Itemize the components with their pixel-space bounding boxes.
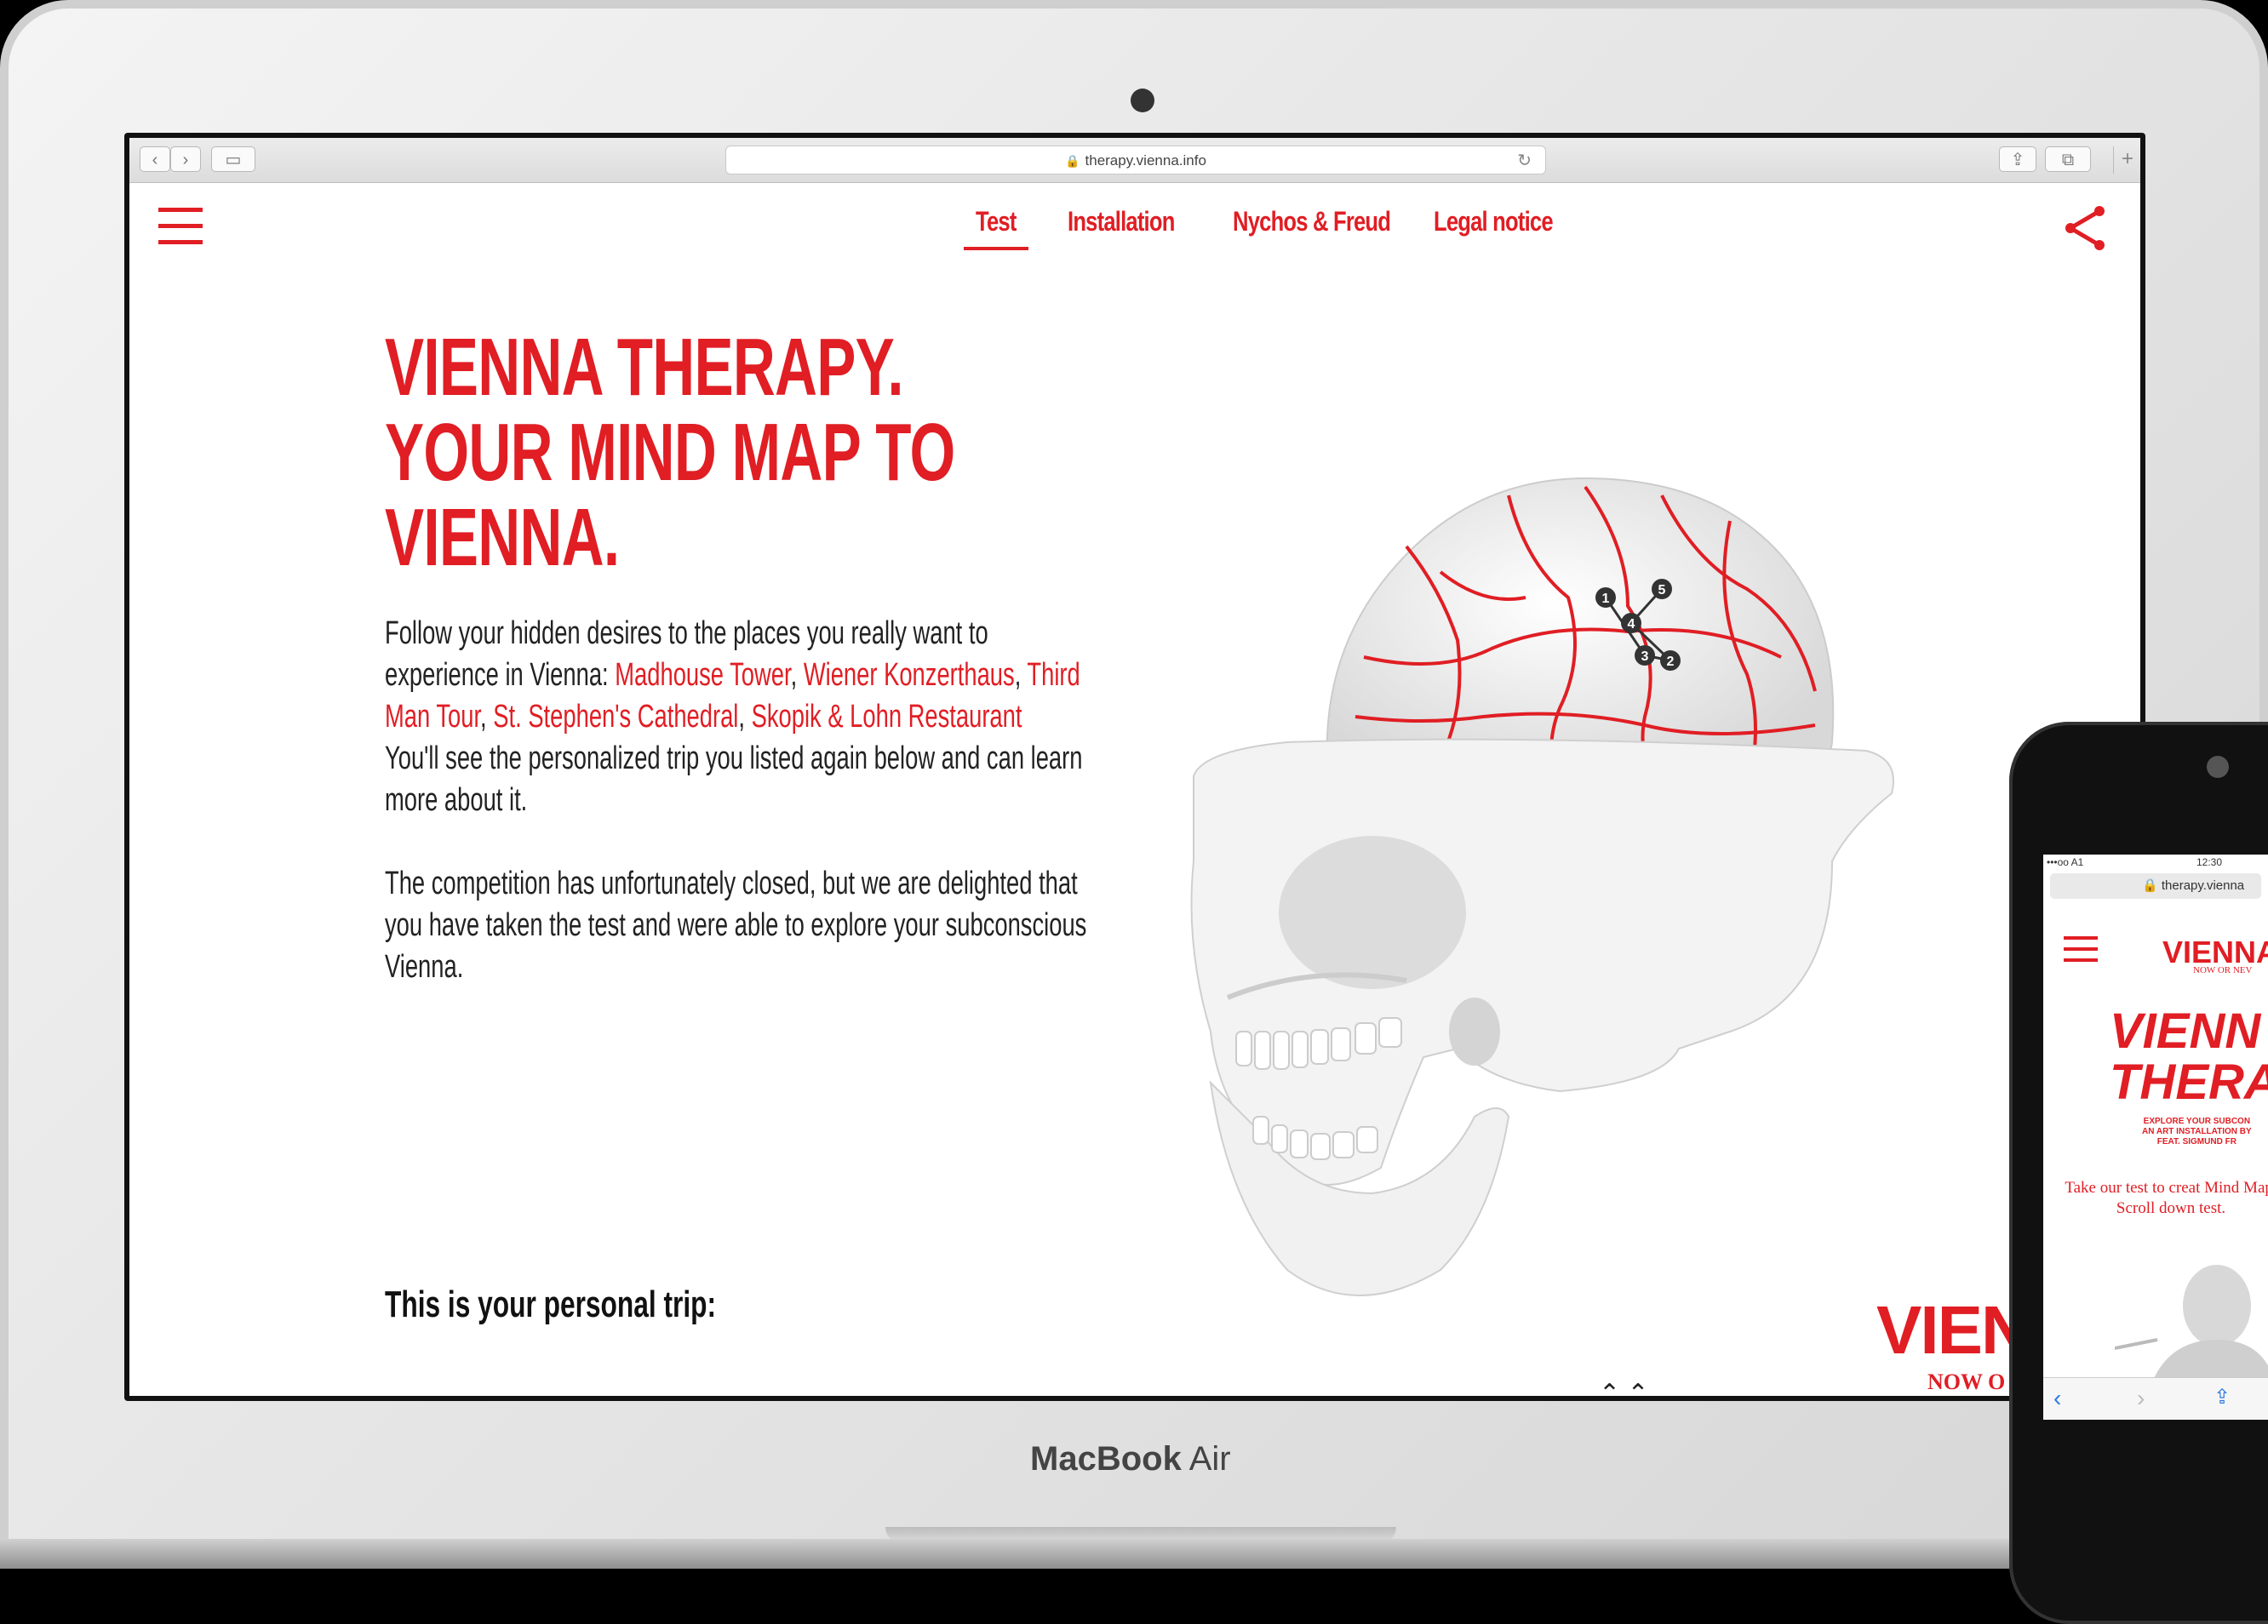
reload-icon[interactable]: ↻ [1517, 146, 1532, 175]
phone-camera [2207, 756, 2229, 778]
intro-copy: Follow your hidden desires to the places… [385, 613, 1096, 1030]
phone-share-icon[interactable]: ⇪ [2214, 1385, 2231, 1410]
device-label: MacBook Air [1030, 1440, 1231, 1478]
phone-status-bar: •••oo A1 12:30 [2047, 856, 2223, 868]
brain-marker: 4 [1628, 617, 1635, 632]
address-bar[interactable]: 🔒 therapy.vienna.info ↻ [725, 146, 1546, 174]
lock-icon: 🔒 [1065, 154, 1080, 168]
phone-description: Take our test to creat Mind Map. Scroll … [2065, 1179, 2268, 1217]
phone-subtitle: EXPLORE YOUR SUBCON AN ART INSTALLATION … [2142, 1117, 2252, 1147]
page-title: VIENNA THERAPY. YOUR MIND MAP TO VIENNA. [385, 322, 955, 583]
nav-active-indicator [964, 247, 1028, 250]
phone-browser-bar: ‹ › ⇪ [2043, 1377, 2268, 1420]
trip-heading: This is your personal trip: [385, 1284, 717, 1325]
menu-icon[interactable] [158, 208, 203, 249]
phone-frame: •••oo A1 12:30 🔒 therapy.vienna VIENNA N… [2009, 722, 2268, 1624]
nav-test[interactable]: Test [976, 206, 1017, 237]
phone-title: VIENN THERA [2110, 1004, 2268, 1110]
new-tab-button[interactable]: + [2113, 146, 2140, 174]
brain-marker: 3 [1641, 649, 1649, 664]
browser-toolbar: ‹ › ▭ 🔒 therapy.vienna.info ↻ ⇪ ⧉ + [129, 138, 2140, 183]
brain-marker: 1 [1602, 592, 1610, 606]
place-link[interactable]: St. Stephen's Cathedral [493, 699, 738, 735]
phone-screen: •••oo A1 12:30 🔒 therapy.vienna VIENNA N… [2043, 855, 2268, 1420]
scroll-arrows-icon: ⌃ ⌃ [1599, 1380, 1649, 1396]
brain-marker: 2 [1667, 655, 1675, 669]
sidebar-icon[interactable]: ▭ [211, 146, 255, 172]
back-icon[interactable]: ‹ [140, 146, 170, 172]
forward-icon[interactable]: › [170, 146, 201, 172]
phone-tagline: NOW OR NEV [2193, 965, 2253, 975]
brain-marker: 5 [1658, 583, 1666, 598]
phone-forward-icon[interactable]: › [2137, 1385, 2145, 1412]
url-text: therapy.vienna.info [1085, 152, 1206, 169]
browser-window: ‹ › ▭ 🔒 therapy.vienna.info ↻ ⇪ ⧉ + Test … [129, 138, 2140, 1396]
phone-menu-icon[interactable] [2064, 936, 2098, 969]
camera [1131, 89, 1154, 112]
closing-paragraph: The competition has unfortunately closed… [385, 866, 1087, 985]
nav-nychos-freud[interactable]: Nychos & Freud [1233, 206, 1391, 237]
place-link[interactable]: Skopik & Lohn Restaurant [752, 699, 1022, 735]
tabs-icon[interactable]: ⧉ [2045, 146, 2091, 172]
place-link[interactable]: Madhouse Tower [615, 657, 790, 693]
phone-back-icon[interactable]: ‹ [2053, 1385, 2061, 1412]
phone-address-bar[interactable]: 🔒 therapy.vienna [2050, 873, 2261, 899]
laptop-base [0, 1539, 2268, 1569]
place-link[interactable]: Wiener Konzerthaus [804, 657, 1015, 693]
freud-illustration [2115, 1265, 2268, 1391]
share-sheet-icon[interactable]: ⇪ [1999, 146, 2036, 172]
skull-brain-illustration: 1 2 3 4 5 [1190, 477, 1894, 1296]
nav-legal-notice[interactable]: Legal notice [1434, 206, 1554, 237]
nav-installation[interactable]: Installation [1068, 206, 1175, 237]
share-icon[interactable] [2060, 203, 2108, 254]
intro-paragraph: Follow your hidden desires to the places… [385, 615, 1083, 818]
vienna-logo: VIEN NOW O [1876, 1292, 2030, 1394]
